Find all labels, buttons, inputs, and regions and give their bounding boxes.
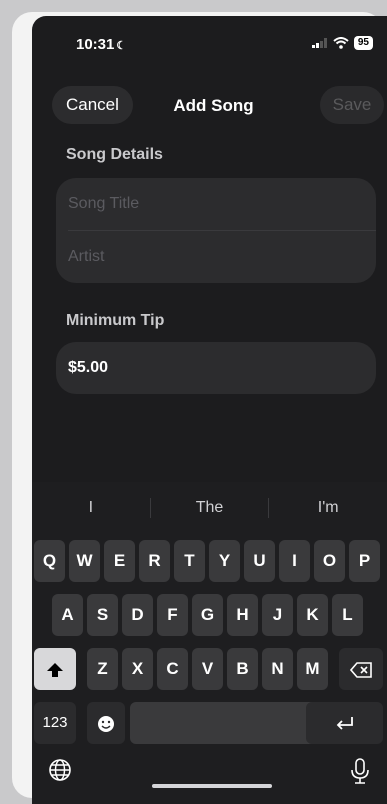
suggestion-2[interactable]: The [151, 490, 269, 526]
minimum-tip-field[interactable]: $5.00 [56, 342, 376, 394]
key-s[interactable]: S [87, 594, 118, 636]
artist-field[interactable]: Artist [56, 231, 376, 283]
key-q[interactable]: Q [34, 540, 65, 582]
signal-icon [311, 38, 327, 48]
key-g[interactable]: G [192, 594, 223, 636]
clock-label: 10:31 [76, 36, 115, 53]
return-key[interactable] [306, 702, 383, 744]
song-title-field[interactable]: Song Title [56, 178, 376, 230]
key-e[interactable]: E [104, 540, 135, 582]
section-header-song-details: Song Details [66, 146, 163, 163]
delete-key[interactable] [339, 648, 383, 690]
key-c[interactable]: C [157, 648, 188, 690]
key-t[interactable]: T [174, 540, 205, 582]
key-v[interactable]: V [192, 648, 223, 690]
status-icons: 95 [311, 36, 373, 50]
key-d[interactable]: D [122, 594, 153, 636]
delete-icon [350, 661, 372, 678]
suggestion-bar: I The I'm [32, 490, 387, 526]
key-a[interactable]: A [52, 594, 83, 636]
nav-bar: Cancel Add Song Save [36, 80, 384, 138]
moon-icon: ☾ [116, 40, 127, 52]
key-m[interactable]: M [297, 648, 328, 690]
key-b[interactable]: B [227, 648, 258, 690]
key-x[interactable]: X [122, 648, 153, 690]
suggestion-3[interactable]: I'm [269, 490, 387, 526]
key-o[interactable]: O [314, 540, 345, 582]
key-z[interactable]: Z [87, 648, 118, 690]
numbers-key[interactable]: 123 [34, 702, 76, 744]
battery-indicator: 95 [353, 36, 373, 50]
home-indicator [152, 784, 272, 788]
key-w[interactable]: W [69, 540, 100, 582]
globe-icon [49, 759, 71, 781]
microphone-icon [351, 758, 369, 784]
key-u[interactable]: U [244, 540, 275, 582]
save-button[interactable]: Save [320, 86, 384, 124]
minimum-tip-group: $5.00 [56, 342, 376, 394]
space-key[interactable] [130, 702, 330, 744]
key-r[interactable]: R [139, 540, 170, 582]
key-n[interactable]: N [262, 648, 293, 690]
key-j[interactable]: J [262, 594, 293, 636]
key-y[interactable]: Y [209, 540, 240, 582]
phone-screen: 10:31 ☾ 95 Cancel Add Song Save Song Deta… [32, 16, 387, 804]
keyboard: I The I'm Q W E R T Y U I O P A S D F G … [32, 482, 387, 804]
suggestion-1[interactable]: I [32, 490, 150, 526]
key-p[interactable]: P [349, 540, 380, 582]
status-time: 10:31 ☾ [76, 36, 126, 53]
dictation-button[interactable] [350, 758, 374, 786]
song-details-group: Song Title Artist [56, 178, 376, 283]
key-h[interactable]: H [227, 594, 258, 636]
emoji-icon [98, 715, 114, 732]
wifi-icon [333, 37, 349, 49]
key-l[interactable]: L [332, 594, 363, 636]
key-i[interactable]: I [279, 540, 310, 582]
section-header-minimum-tip: Minimum Tip [66, 312, 165, 329]
shift-icon [47, 662, 63, 677]
status-bar: 10:31 ☾ 95 [32, 16, 387, 70]
globe-button[interactable] [48, 758, 76, 786]
shift-key[interactable] [34, 648, 76, 690]
key-k[interactable]: K [297, 594, 328, 636]
emoji-key[interactable] [87, 702, 125, 744]
return-icon [336, 716, 353, 730]
key-f[interactable]: F [157, 594, 188, 636]
